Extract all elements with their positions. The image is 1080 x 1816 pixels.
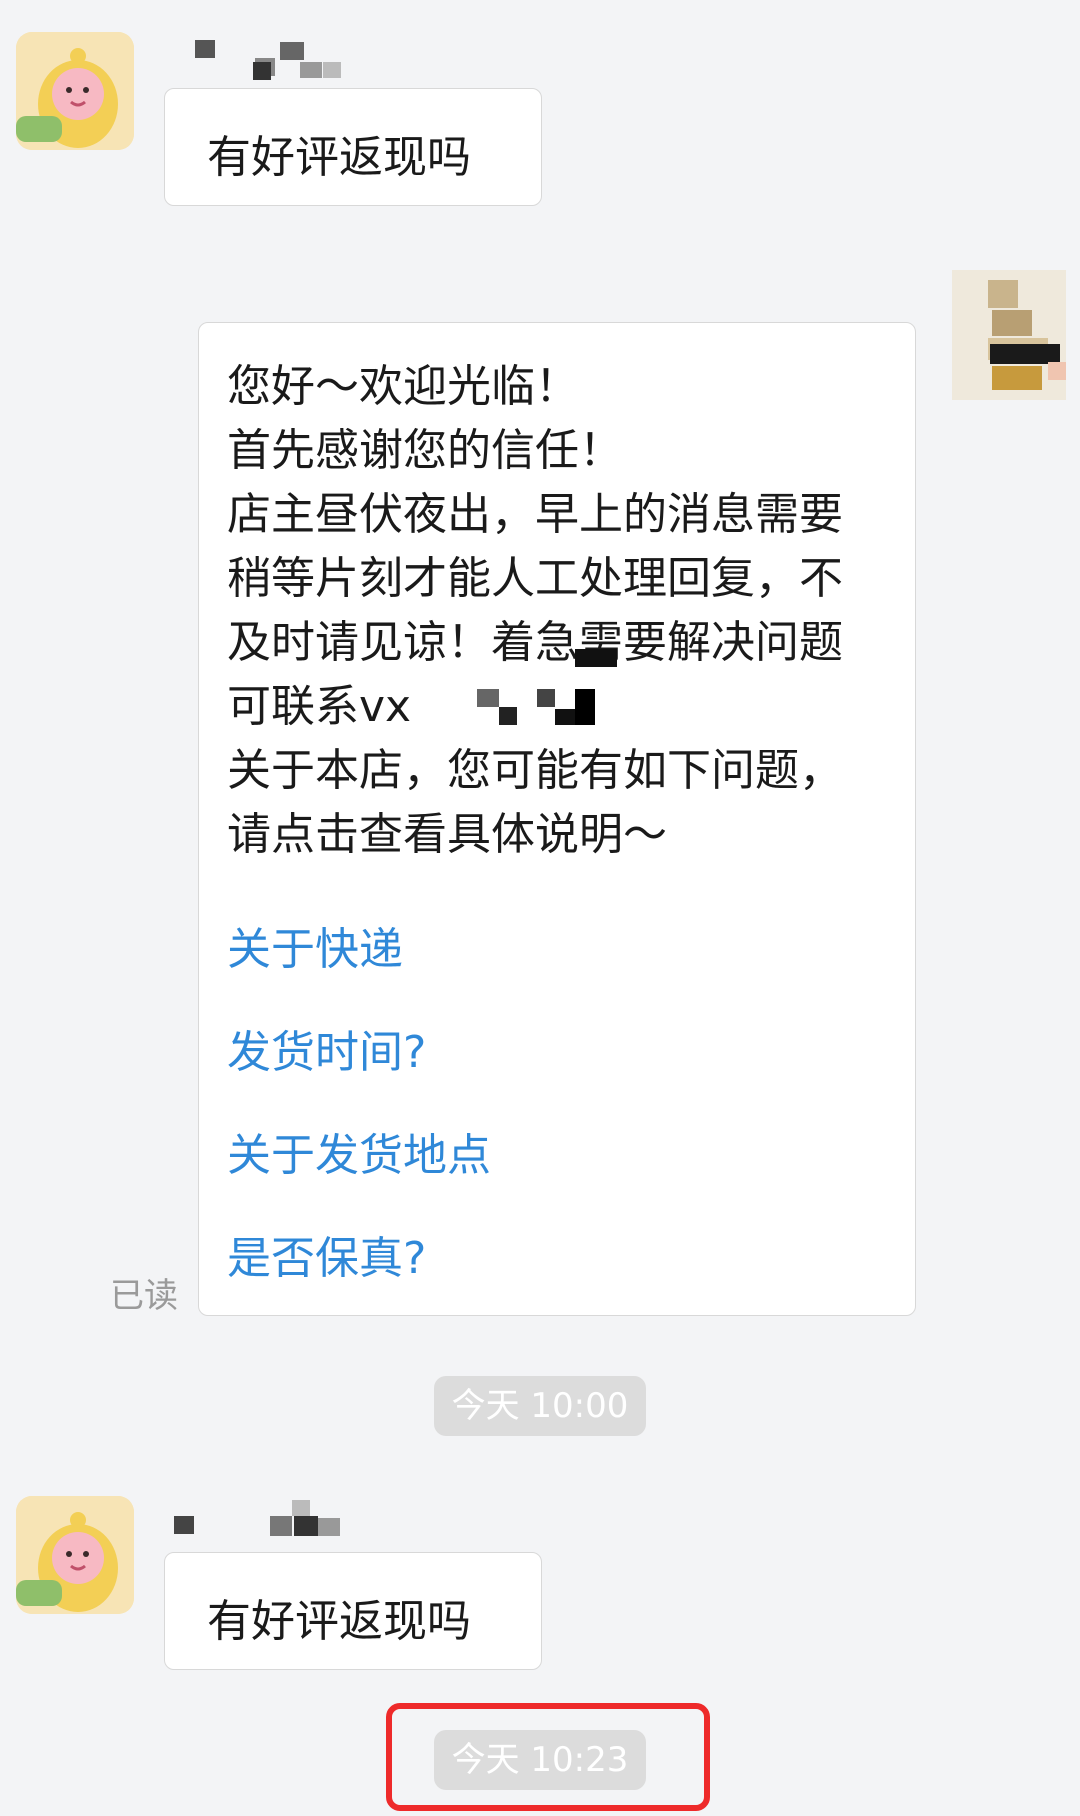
timestamp-divider: 今天 10:00 — [434, 1376, 646, 1436]
read-status: 已读 — [110, 1276, 178, 1316]
customer-name-blurred — [195, 40, 350, 90]
faq-link-shipping-location[interactable]: 关于发货地点 — [227, 1119, 491, 1183]
customer-name-blurred — [174, 1498, 354, 1548]
welcome-line-contact: 可联系vx — [227, 675, 897, 739]
customer-message-bubble[interactable]: 有好评返现吗 — [164, 1552, 542, 1670]
welcome-line: 关于本店，您可能有如下问题， — [227, 745, 843, 796]
welcome-line: 及时请见谅！着急需要解决问题 — [227, 617, 843, 668]
shop-avatar-icon[interactable] — [952, 270, 1066, 400]
shop-reply-bubble[interactable]: 您好～欢迎光临！ 首先感谢您的信任！ 店主昼伏夜出，早上的消息需要 稍等片刻才能… — [198, 322, 916, 1316]
welcome-line: 请点击查看具体说明～ — [227, 809, 667, 860]
welcome-line: 店主昼伏夜出，早上的消息需要 — [227, 489, 843, 540]
faq-link-express[interactable]: 关于快递 — [227, 913, 403, 977]
customer-avatar-icon[interactable] — [16, 1496, 134, 1614]
faq-link-authenticity[interactable]: 是否保真? — [227, 1222, 426, 1286]
highlight-annotation-box — [386, 1703, 710, 1811]
welcome-message: 您好～欢迎光临！ 首先感谢您的信任！ 店主昼伏夜出，早上的消息需要 稍等片刻才能… — [227, 355, 897, 867]
message-text: 有好评返现吗 — [207, 1596, 471, 1647]
redaction-mark — [575, 649, 617, 667]
customer-avatar-icon[interactable] — [16, 32, 134, 150]
contact-label: 可联系vx — [227, 681, 412, 732]
welcome-line: 您好～欢迎光临！ — [227, 361, 579, 412]
faq-link-shipping-time[interactable]: 发货时间? — [227, 1016, 426, 1080]
message-text: 有好评返现吗 — [207, 132, 471, 183]
contact-id-blurred — [477, 685, 607, 729]
welcome-line: 稍等片刻才能人工处理回复，不 — [227, 553, 843, 604]
welcome-line: 首先感谢您的信任！ — [227, 425, 623, 476]
customer-message-bubble[interactable]: 有好评返现吗 — [164, 88, 542, 206]
